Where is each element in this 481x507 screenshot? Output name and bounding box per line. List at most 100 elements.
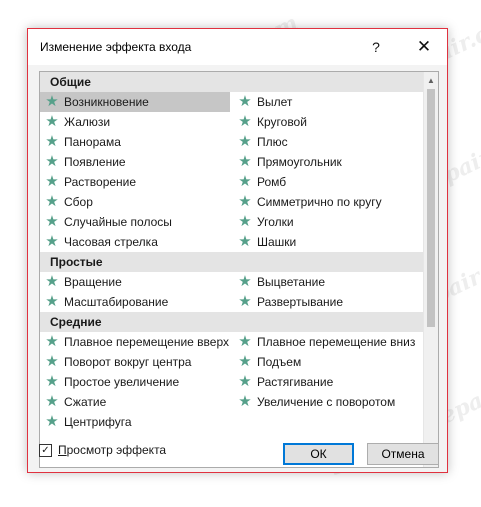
- preview-effect-option[interactable]: ✓ Просмотр эффекта: [39, 443, 166, 457]
- effect-label: Выцветание: [257, 275, 326, 289]
- effect-item[interactable]: ★ Сжатие: [40, 392, 230, 412]
- effect-item[interactable]: ★ Простое увеличение: [40, 372, 230, 392]
- cancel-button[interactable]: Отмена: [367, 443, 439, 465]
- star-icon: ★: [238, 353, 252, 370]
- group-header: Общие: [40, 72, 423, 92]
- effect-item[interactable]: ★ Поворот вокруг центра: [40, 352, 230, 372]
- effect-item[interactable]: ★ Шашки: [233, 232, 423, 252]
- effect-label: Появление: [64, 155, 126, 169]
- star-icon: ★: [45, 373, 59, 390]
- star-icon: ★: [45, 173, 59, 190]
- star-icon: ★: [238, 133, 252, 150]
- effect-item[interactable]: ★ Сбор: [40, 192, 230, 212]
- star-icon: ★: [45, 93, 59, 110]
- effect-label: Шашки: [257, 235, 297, 249]
- effect-item[interactable]: ★ Масштабирование: [40, 292, 230, 312]
- effect-label: Плавное перемещение вниз: [257, 335, 416, 349]
- group-header: Простые: [40, 252, 423, 272]
- star-icon: ★: [45, 233, 59, 250]
- effect-label: Панорама: [64, 135, 121, 149]
- effect-label: Растворение: [64, 175, 137, 189]
- effect-label: Плюс: [257, 135, 288, 149]
- effect-item[interactable]: ★ Плавное перемещение вниз: [233, 332, 423, 352]
- effect-item[interactable]: ★ Растягивание: [233, 372, 423, 392]
- effect-item[interactable]: ★ Вылет: [233, 92, 423, 112]
- effect-item[interactable]: ★ Подъем: [233, 352, 423, 372]
- effect-item[interactable]: ★ Симметрично по кругу: [233, 192, 423, 212]
- effect-item[interactable]: ★ Центрифуга: [40, 412, 230, 432]
- star-icon: ★: [45, 113, 59, 130]
- star-icon: ★: [238, 213, 252, 230]
- effect-item[interactable]: ★ Возникновение: [40, 92, 230, 112]
- group-header: Средние: [40, 312, 423, 332]
- effect-label: Подъем: [257, 355, 302, 369]
- effect-label: Растягивание: [257, 375, 334, 389]
- effect-label: Случайные полосы: [64, 215, 172, 229]
- effect-item[interactable]: ★ Увеличение с поворотом: [233, 392, 423, 412]
- effect-item[interactable]: ★ Вращение: [40, 272, 230, 292]
- preview-effect-checkbox[interactable]: ✓: [39, 443, 52, 457]
- star-icon: ★: [45, 273, 59, 290]
- star-icon: ★: [238, 393, 252, 410]
- scroll-up-icon[interactable]: ▲: [424, 73, 438, 87]
- star-icon: ★: [238, 373, 252, 390]
- effect-label: Возникновение: [64, 95, 149, 109]
- effect-item[interactable]: ★ Выцветание: [233, 272, 423, 292]
- ok-button[interactable]: ОК: [283, 443, 354, 465]
- effect-label: Увеличение с поворотом: [257, 395, 396, 409]
- star-icon: ★: [45, 153, 59, 170]
- effect-label: Прямоугольник: [257, 155, 342, 169]
- star-icon: ★: [238, 193, 252, 210]
- effect-label: Сжатие: [64, 395, 107, 409]
- star-icon: ★: [45, 333, 59, 350]
- effect-item[interactable]: ★ Жалюзи: [40, 112, 230, 132]
- effect-label: Уголки: [257, 215, 294, 229]
- star-icon: ★: [238, 233, 252, 250]
- star-icon: ★: [238, 273, 252, 290]
- star-icon: ★: [45, 393, 59, 410]
- effect-label: Часовая стрелка: [64, 235, 158, 249]
- effect-item[interactable]: ★ Круговой: [233, 112, 423, 132]
- star-icon: ★: [238, 113, 252, 130]
- preview-effect-label: Просмотр эффекта: [58, 443, 167, 457]
- title-bar: Изменение эффекта входа ? ✕: [28, 29, 447, 65]
- star-icon: ★: [45, 133, 59, 150]
- effect-item[interactable]: ★ Часовая стрелка: [40, 232, 230, 252]
- effect-item[interactable]: ★ Ромб: [233, 172, 423, 192]
- star-icon: ★: [238, 153, 252, 170]
- effect-item[interactable]: ★ Уголки: [233, 212, 423, 232]
- effects-list-content: Общие ★ Возникновение ★ Вылет ★ Жалюзи ★ Кругово…: [40, 72, 423, 467]
- effect-item[interactable]: ★ Панорама: [40, 132, 230, 152]
- star-icon: ★: [238, 333, 252, 350]
- star-icon: ★: [45, 413, 59, 430]
- effects-grid: ★ Возникновение ★ Вылет ★ Жалюзи ★ Круговой ★ Пан…: [40, 92, 423, 252]
- effect-item[interactable]: ★ Прямоугольник: [233, 152, 423, 172]
- change-entrance-effect-dialog: Изменение эффекта входа ? ✕ Общие ★ Возник…: [27, 28, 448, 473]
- help-button[interactable]: ?: [363, 35, 389, 59]
- effect-item[interactable]: ★ Случайные полосы: [40, 212, 230, 232]
- scroll-thumb[interactable]: [427, 89, 435, 327]
- star-icon: ★: [238, 173, 252, 190]
- star-icon: ★: [45, 193, 59, 210]
- close-icon[interactable]: ✕: [411, 35, 437, 59]
- star-icon: ★: [238, 93, 252, 110]
- effect-item[interactable]: ★ Плюс: [233, 132, 423, 152]
- effect-label: Масштабирование: [64, 295, 169, 309]
- star-icon: ★: [45, 293, 59, 310]
- effect-item[interactable]: ★ Развертывание: [233, 292, 423, 312]
- effect-item[interactable]: ★ Растворение: [40, 172, 230, 192]
- effect-label: Центрифуга: [64, 415, 132, 429]
- effects-grid: ★ Плавное перемещение вверх ★ Плавное перем…: [40, 332, 423, 432]
- star-icon: ★: [45, 353, 59, 370]
- effect-label: Симметрично по кругу: [257, 195, 382, 209]
- effects-list[interactable]: Общие ★ Возникновение ★ Вылет ★ Жалюзи ★ Кругово…: [39, 71, 439, 468]
- effect-label: Вращение: [64, 275, 122, 289]
- effect-item[interactable]: ★ Плавное перемещение вверх: [40, 332, 230, 352]
- effect-label: Развертывание: [257, 295, 344, 309]
- effect-label: Жалюзи: [64, 115, 111, 129]
- vertical-scrollbar[interactable]: ▲ ▼: [423, 72, 438, 467]
- effect-label: Поворот вокруг центра: [64, 355, 192, 369]
- effect-label: Вылет: [257, 95, 293, 109]
- effect-item[interactable]: ★ Появление: [40, 152, 230, 172]
- star-icon: ★: [45, 213, 59, 230]
